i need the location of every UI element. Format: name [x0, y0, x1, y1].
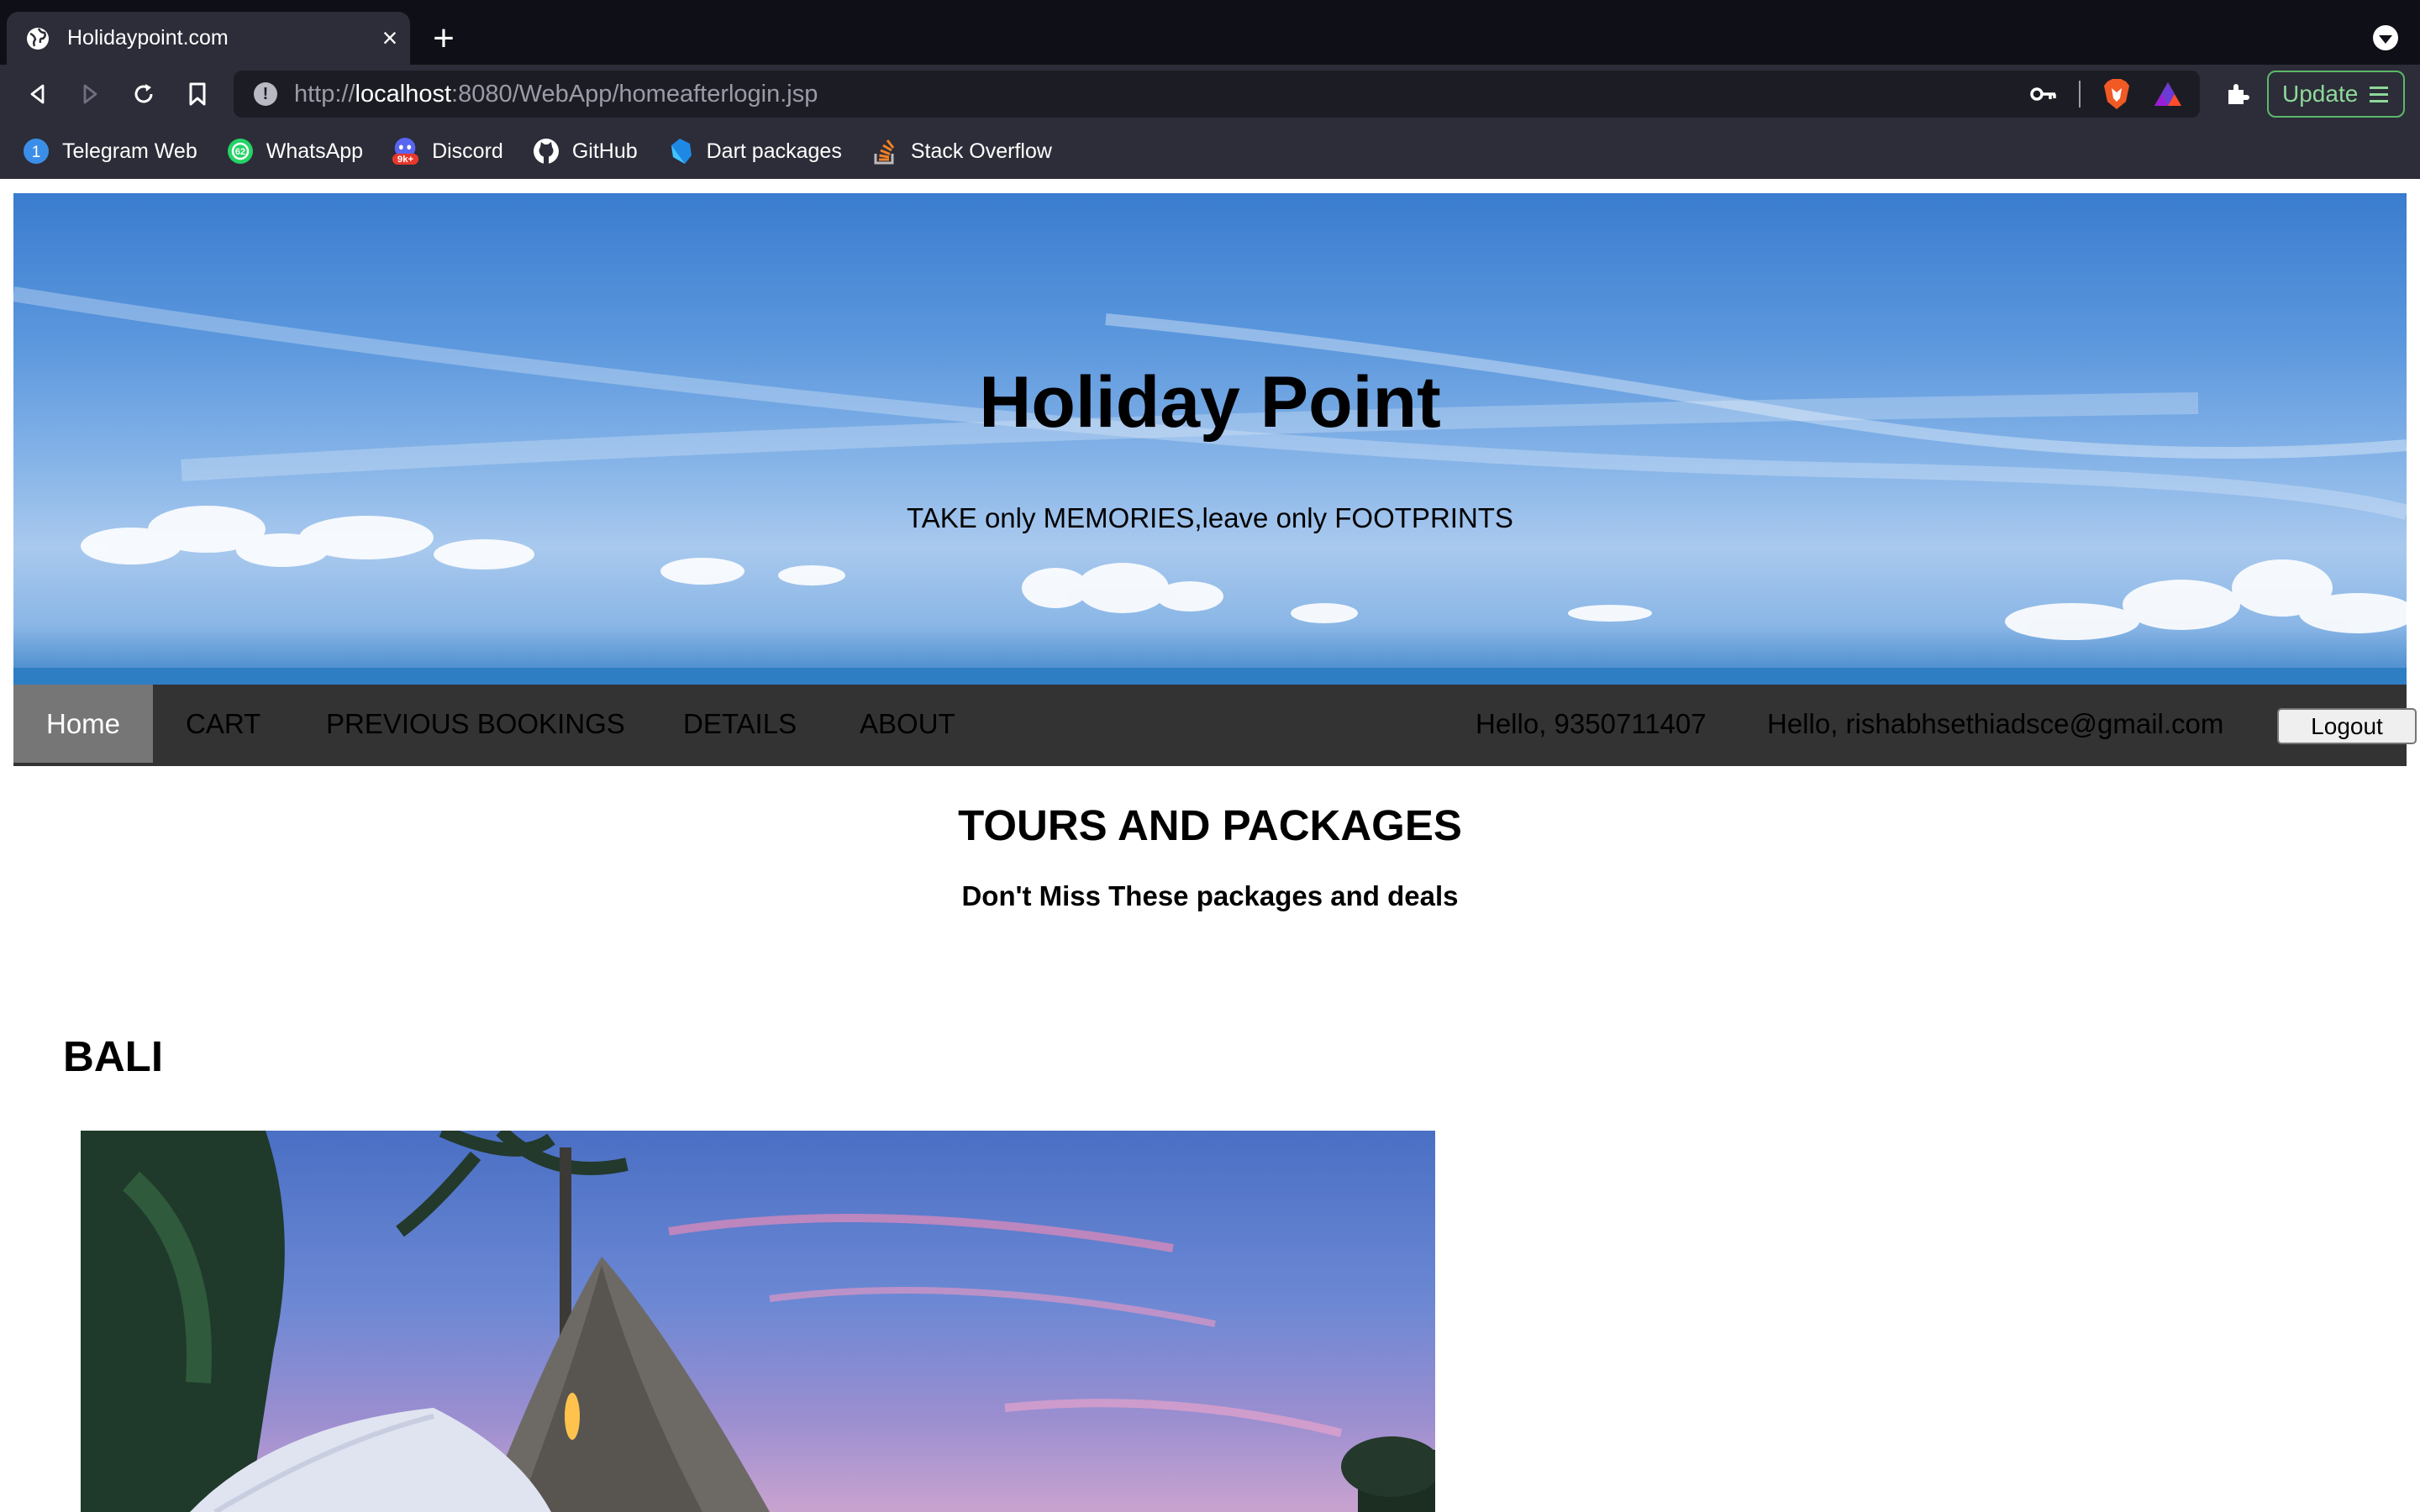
brave-shield-icon[interactable] — [2102, 78, 2131, 110]
bookmark-label: Discord — [432, 139, 503, 163]
divider — [2079, 81, 2081, 108]
whatsapp-icon: 62 — [226, 137, 255, 165]
bookmark-dart-packages[interactable]: Dart packages — [666, 137, 842, 165]
site-info-icon[interactable]: ! — [254, 82, 277, 106]
nav-about[interactable]: ABOUT — [860, 685, 955, 763]
greeting-email: Hello, rishabhsethiadsce@gmail.com — [1767, 707, 2224, 739]
bookmarks-bar: 1 Telegram Web 62 WhatsApp 9k+ Discord G… — [0, 123, 2420, 179]
nav-previous-bookings[interactable]: PREVIOUS BOOKINGS — [326, 685, 625, 763]
back-icon[interactable] — [18, 75, 57, 113]
logout-button[interactable]: Logout — [2277, 708, 2417, 744]
update-button[interactable]: Update — [2267, 71, 2405, 118]
github-icon — [532, 137, 560, 165]
bookmark-icon[interactable] — [178, 75, 217, 113]
bookmark-discord[interactable]: 9k+ Discord — [392, 137, 503, 165]
bookmark-whatsapp[interactable]: 62 WhatsApp — [226, 137, 363, 165]
bookmark-github[interactable]: GitHub — [532, 137, 638, 165]
hero-banner: Holiday Point TAKE only MEMORIES,leave o… — [13, 193, 2407, 685]
package-title: BALI — [63, 1032, 163, 1080]
nav-cart[interactable]: CART — [186, 685, 260, 763]
browser-toolbar: ! http://localhost:8080/WebApp/homeafter… — [0, 65, 2420, 123]
new-tab-button[interactable]: + — [424, 12, 464, 65]
nav-details[interactable]: DETAILS — [683, 685, 797, 763]
forward-icon[interactable] — [71, 75, 109, 113]
svg-text:62: 62 — [235, 147, 245, 157]
tab-title: Holidaypoint.com — [67, 26, 229, 50]
key-icon[interactable] — [2030, 86, 2057, 102]
discord-icon: 9k+ — [392, 137, 420, 165]
url-text[interactable]: http://localhost:8080/WebApp/homeafterlo… — [294, 81, 818, 108]
main-navbar: Home CART PREVIOUS BOOKINGS DETAILS ABOU… — [13, 685, 2417, 766]
active-tab[interactable]: Holidaypoint.com × — [7, 12, 410, 65]
globe-icon — [27, 27, 49, 50]
svg-text:1: 1 — [32, 144, 41, 161]
reload-icon[interactable] — [124, 75, 163, 113]
bookmark-label: Telegram Web — [62, 139, 197, 163]
section-title: TOURS AND PACKAGES — [958, 801, 1462, 849]
site-tagline: TAKE only MEMORIES,leave only FOOTPRINTS — [907, 502, 1513, 533]
tab-strip: Holidaypoint.com × + — [0, 0, 2420, 65]
update-label: Update — [2282, 81, 2359, 107]
greeting-phone: Hello, 9350711407 — [1476, 707, 1707, 739]
web-page: Holiday Point TAKE only MEMORIES,leave o… — [0, 179, 2420, 1512]
nav-home[interactable]: Home — [13, 685, 153, 763]
bookmark-label: WhatsApp — [266, 139, 364, 163]
site-title: Holiday Point — [979, 362, 1441, 443]
menu-icon — [2370, 82, 2389, 107]
bookmark-label: GitHub — [571, 139, 638, 163]
address-bar[interactable]: ! http://localhost:8080/WebApp/homeafter… — [234, 71, 2200, 118]
close-tab-icon[interactable]: × — [370, 23, 410, 54]
svg-text:9k+: 9k+ — [397, 155, 414, 165]
bookmark-label: Dart packages — [706, 139, 842, 163]
telegram-icon: 1 — [22, 137, 50, 165]
stackoverflow-icon — [871, 137, 899, 165]
bookmark-stack-overflow[interactable]: Stack Overflow — [871, 137, 1052, 165]
package-image-bali[interactable] — [81, 1131, 1435, 1512]
extensions-icon[interactable] — [2218, 75, 2257, 113]
section-subtitle: Don't Miss These packages and deals — [961, 880, 1459, 911]
dart-icon — [666, 137, 695, 165]
brave-rewards-icon[interactable] — [2153, 81, 2183, 108]
bookmark-telegram[interactable]: 1 Telegram Web — [22, 137, 197, 165]
tab-search-icon[interactable] — [2373, 25, 2398, 50]
bookmark-label: Stack Overflow — [910, 139, 1052, 163]
